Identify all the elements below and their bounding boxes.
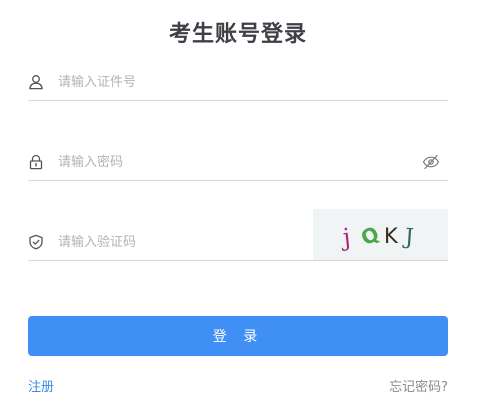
eye-off-icon[interactable] — [422, 154, 440, 170]
id-number-field — [28, 66, 448, 101]
page-title: 考生账号登录 — [168, 22, 307, 47]
captcha-input[interactable] — [58, 230, 308, 254]
forgot-password-link[interactable]: 忘记密码? — [389, 376, 448, 395]
captcha-char-3: K — [384, 224, 399, 248]
lock-icon — [29, 154, 43, 170]
captcha-char-1: j — [339, 223, 352, 252]
password-input[interactable] — [58, 150, 388, 174]
id-number-input[interactable] — [58, 70, 388, 94]
password-field — [28, 146, 448, 181]
user-icon — [29, 75, 43, 90]
captcha-image[interactable]: j Q K J — [313, 209, 448, 260]
captcha-char-4: J — [402, 225, 415, 251]
shield-check-icon — [29, 234, 43, 250]
captcha-char-2: Q — [357, 221, 383, 250]
login-button[interactable]: 登 录 — [28, 316, 448, 356]
register-link[interactable]: 注册 — [28, 376, 54, 395]
captcha-graphic: j Q K J — [339, 221, 415, 252]
